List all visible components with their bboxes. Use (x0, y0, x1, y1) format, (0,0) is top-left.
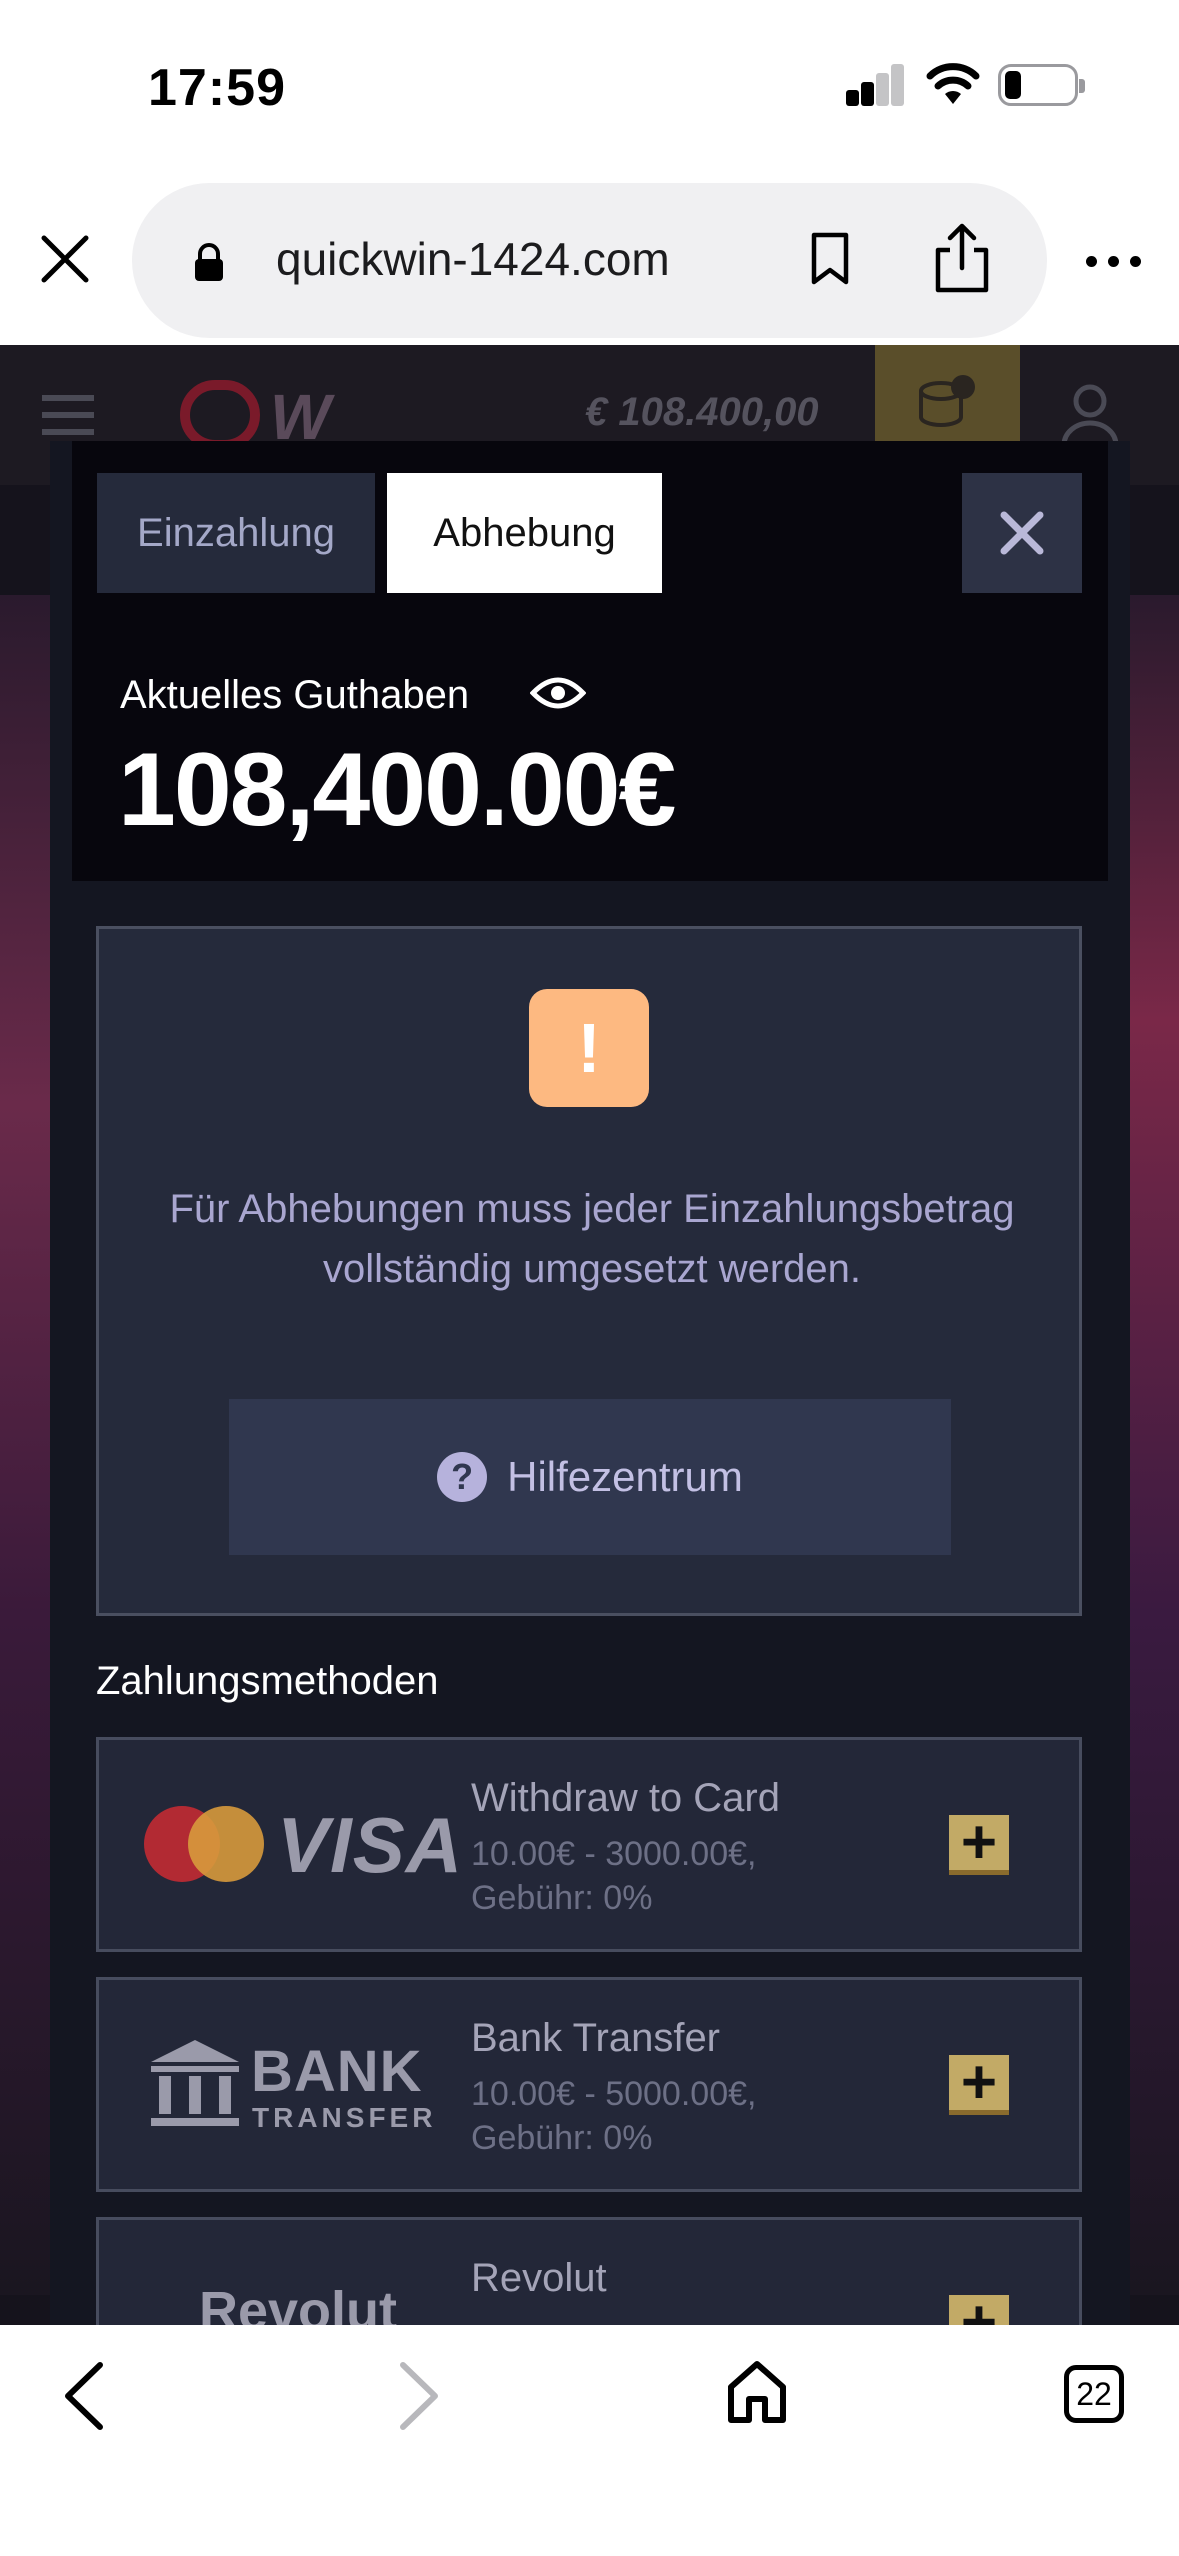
status-time: 17:59 (148, 59, 286, 117)
card-fee: Gebühr: 0% (471, 1879, 653, 1917)
bank-fee: Gebühr: 0% (471, 2119, 653, 2157)
share-icon[interactable] (932, 222, 992, 294)
help-center-label: Hilfezentrum (507, 1453, 743, 1500)
visa-logo: VISA (277, 1801, 464, 1889)
bank-logo-subtext: TRANSFER (252, 2102, 437, 2133)
payment-method-card[interactable]: VISA Withdraw to Card 10.00€ - 3000.00€,… (96, 1737, 1082, 1952)
payment-method-bank[interactable]: BANK TRANSFER Bank Transfer 10.00€ - 500… (96, 1977, 1082, 2192)
browser-bottom-toolbar: 22 (0, 2325, 1179, 2556)
tabs-count: 22 (1076, 2375, 1112, 2412)
status-bar: 17:59 (0, 0, 1179, 170)
add-bank-button[interactable]: + (949, 2051, 1009, 2115)
bookmark-icon[interactable] (810, 232, 850, 286)
tab-einzahlung[interactable]: Einzahlung (97, 473, 375, 593)
revolut-title: Revolut (471, 2256, 607, 2300)
bank-range: 10.00€ - 5000.00€, (471, 2075, 757, 2113)
revolut-logo: Revolut (199, 2281, 398, 2325)
close-icon (1000, 511, 1044, 555)
battery-icon (998, 64, 1085, 106)
warning-text: Für Abhebungen muss jeder Einzahlungsbet… (169, 1187, 1015, 1291)
forward-icon[interactable] (395, 2361, 443, 2431)
card-title: Withdraw to Card (471, 1776, 780, 1820)
help-center-button[interactable]: ? Hilfezentrum (229, 1399, 951, 1555)
close-tab-icon[interactable] (38, 232, 92, 286)
balance-label: Aktuelles Guthaben (120, 673, 470, 717)
wifi-icon (926, 63, 980, 104)
site-logo[interactable]: W (180, 380, 380, 453)
coins-icon (919, 375, 975, 427)
url-text[interactable]: quickwin-1424.com (276, 232, 670, 286)
eye-icon[interactable] (530, 673, 586, 713)
question-icon: ? (437, 1452, 488, 1502)
web-page: W € 108.400,00 Einzahlung Abhebung Aktue… (0, 345, 1179, 2325)
deposit-coins-button[interactable] (875, 345, 1020, 445)
background-glow-right (1130, 595, 1179, 2295)
mastercard-logo (144, 1806, 264, 1882)
cashier-modal: Einzahlung Abhebung Aktuelles Guthaben 1… (50, 441, 1130, 2325)
modal-close-button[interactable] (962, 473, 1082, 593)
more-menu-icon[interactable] (1086, 256, 1142, 268)
background-glow-left (0, 595, 50, 2295)
tab-abhebung[interactable]: Abhebung (387, 473, 662, 593)
payment-method-revolut[interactable]: Revolut Revolut + (96, 2217, 1082, 2325)
add-card-button[interactable]: + (949, 1811, 1009, 1875)
add-revolut-button[interactable]: + (949, 2291, 1009, 2325)
signal-icon (846, 62, 904, 106)
bank-title: Bank Transfer (471, 2016, 721, 2060)
bank-icon (151, 2040, 239, 2126)
home-icon[interactable] (726, 2359, 788, 2425)
payment-methods-heading: Zahlungsmethoden (96, 1659, 439, 1703)
header-balance: € 108.400,00 (585, 390, 819, 434)
bank-logo-text: BANK (251, 2039, 423, 2104)
user-icon[interactable] (1060, 383, 1120, 447)
balance-value: 108,400.00€ (118, 732, 676, 848)
warning-icon: ! (529, 989, 649, 1107)
withdrawal-warning: ! Für Abhebungen muss jeder Einzahlungsb… (96, 926, 1082, 1616)
back-icon[interactable] (60, 2361, 108, 2431)
modal-header: Einzahlung Abhebung Aktuelles Guthaben 1… (72, 441, 1108, 881)
card-range: 10.00€ - 3000.00€, (471, 1835, 757, 1873)
hamburger-icon[interactable] (42, 395, 94, 435)
tabs-count-button[interactable]: 22 (1064, 2365, 1124, 2423)
lock-icon (195, 243, 223, 281)
